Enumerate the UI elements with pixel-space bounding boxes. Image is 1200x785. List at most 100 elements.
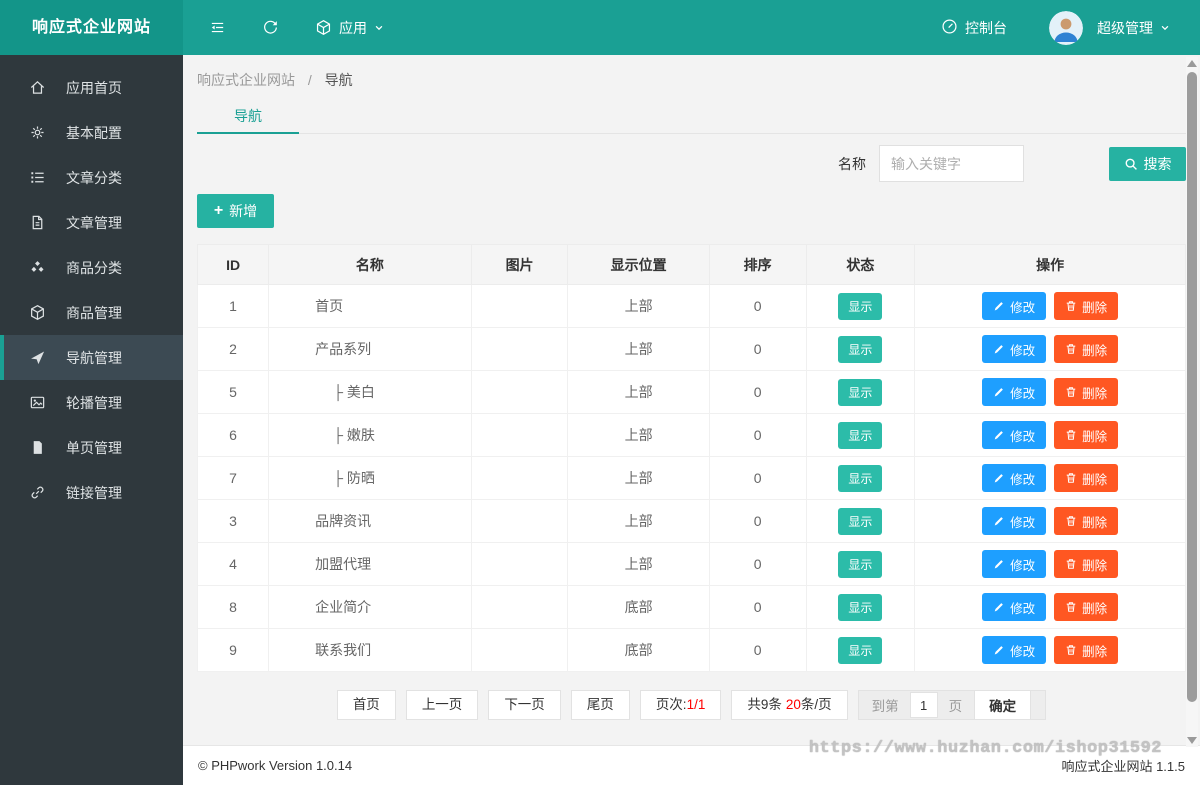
page-prev-button[interactable]: 上一页 [405,690,479,720]
cell-id: 3 [196,499,270,543]
cell-name: 产品系列 [268,327,472,371]
breadcrumb-root[interactable]: 响应式企业网站 [197,72,295,88]
cell-sort: 0 [708,284,807,328]
status-badge[interactable]: 显示 [838,507,883,535]
status-badge[interactable]: 显示 [838,421,883,449]
cell-id: 8 [196,585,270,629]
status-badge[interactable]: 显示 [838,550,883,578]
goto-suffix: 页 [948,699,963,714]
sidebar-item-article-category[interactable]: 文章分类 [0,155,183,200]
column-header: 图片 [470,244,569,285]
status-badge[interactable]: 显示 [838,593,883,621]
breadcrumb: 响应式企业网站 / 导航 [197,55,1186,90]
cell-id: 7 [196,456,270,500]
page-next-button[interactable]: 下一页 [488,690,561,720]
cell-name: ├ 美白 [268,370,472,414]
console-link[interactable]: 控制台 [941,18,1007,38]
status-badge[interactable]: 显示 [838,292,883,320]
tab-navigation[interactable]: 导航 [197,100,299,134]
delete-button[interactable]: 删除 [1054,421,1119,449]
sidebar: 应用首页基本配置 文章分类 文章管理 商品分类 商品管理 导航管理 轮播管理 单页管理 链接管理 [0,55,183,785]
trash-icon [1066,344,1076,354]
search-button[interactable]: 搜索 [1109,146,1186,181]
edit-button[interactable]: 修改 [982,507,1047,535]
edit-icon [994,302,1003,311]
confirm-button[interactable]: 确定 [974,691,1032,719]
table-row: 5 ├ 美白 上部 0 显示 修改 删除 [196,370,1186,414]
table-row: 8 企业简介 底部 0 显示 修改 删除 [196,585,1186,629]
sidebar-item-nav-manage[interactable]: 导航管理 [0,335,183,380]
delete-button[interactable]: 删除 [1054,636,1119,664]
footer: © PHPwork Version 1.0.14 响应式企业网站 1.1.5 [183,745,1200,785]
edit-icon [994,560,1003,569]
image-icon [28,394,46,411]
scroll-down-arrow[interactable] [1187,737,1197,744]
refresh-icon[interactable] [262,19,279,36]
menu-toggle-icon[interactable] [209,19,226,36]
sidebar-item-label: 应用首页 [66,79,122,96]
table-row: 4 加盟代理 上部 0 显示 修改 删除 [196,542,1186,586]
delete-button[interactable]: 删除 [1054,507,1119,535]
delete-button[interactable]: 删除 [1054,292,1119,320]
page-first-button[interactable]: 首页 [336,690,396,720]
top-header: 响应式企业网站 应用 控制台 超级管理 [0,0,1200,55]
edit-button[interactable]: 修改 [982,636,1047,664]
goto-page-input[interactable] [909,692,938,718]
edit-button[interactable]: 修改 [982,292,1047,320]
edit-button[interactable]: 修改 [982,550,1047,578]
edit-button[interactable]: 修改 [982,593,1047,621]
app-menu-label: 应用 [339,19,367,36]
page-last-button[interactable]: 尾页 [570,690,630,720]
delete-button[interactable]: 删除 [1054,550,1119,578]
trash-icon [1066,301,1076,311]
cell-name: 首页 [268,284,472,328]
cell-image [470,327,569,371]
sidebar-item-page-manage[interactable]: 单页管理 [0,425,183,470]
cell-sort: 0 [708,499,807,543]
footer-copyright: © PHPwork Version 1.0.14 [198,758,353,773]
cell-position: 上部 [567,327,710,371]
cell-sort: 0 [708,327,807,371]
app-menu[interactable]: 应用 [315,18,384,38]
sidebar-item-link-manage[interactable]: 链接管理 [0,470,183,515]
add-button[interactable]: + 新增 [197,194,274,228]
edit-button[interactable]: 修改 [982,378,1047,406]
user-menu[interactable]: 超级管理 [1097,18,1170,38]
cell-sort: 0 [708,413,807,457]
chevron-down-icon [1160,20,1170,36]
edit-button[interactable]: 修改 [982,335,1047,363]
edit-icon [994,603,1003,612]
scroll-up-arrow[interactable] [1187,60,1197,67]
edit-button[interactable]: 修改 [982,464,1047,492]
delete-button[interactable]: 删除 [1054,335,1119,363]
status-badge[interactable]: 显示 [838,464,883,492]
column-header: ID [196,244,270,285]
cell-image [470,542,569,586]
status-badge[interactable]: 显示 [838,378,883,406]
scrollbar[interactable] [1186,57,1198,747]
console-label: 控制台 [965,19,1007,36]
sidebar-item-app-home[interactable]: 应用首页 [0,65,183,110]
scrollbar-thumb[interactable] [1187,72,1197,702]
table-row: 6 ├ 嫩肤 上部 0 显示 修改 删除 [196,413,1186,457]
edit-button[interactable]: 修改 [982,421,1047,449]
edit-icon [994,388,1003,397]
cell-image [470,499,569,543]
cell-image [470,413,569,457]
sidebar-item-product-category[interactable]: 商品分类 [0,245,183,290]
status-badge[interactable]: 显示 [838,636,883,664]
search-input[interactable] [879,145,1024,182]
goto-label: 到第 [871,699,899,714]
send-icon [28,349,46,366]
sidebar-item-carousel-manage[interactable]: 轮播管理 [0,380,183,425]
sidebar-item-basic-config[interactable]: 基本配置 [0,110,183,155]
delete-button[interactable]: 删除 [1054,593,1119,621]
table-row: 7 ├ 防晒 上部 0 显示 修改 删除 [196,456,1186,500]
delete-button[interactable]: 删除 [1054,464,1119,492]
sidebar-item-product-manage[interactable]: 商品管理 [0,290,183,335]
avatar[interactable] [1049,10,1083,45]
delete-button[interactable]: 删除 [1054,378,1119,406]
status-badge[interactable]: 显示 [838,335,883,363]
sidebar-item-article-manage[interactable]: 文章管理 [0,200,183,245]
cell-position: 上部 [567,284,710,328]
